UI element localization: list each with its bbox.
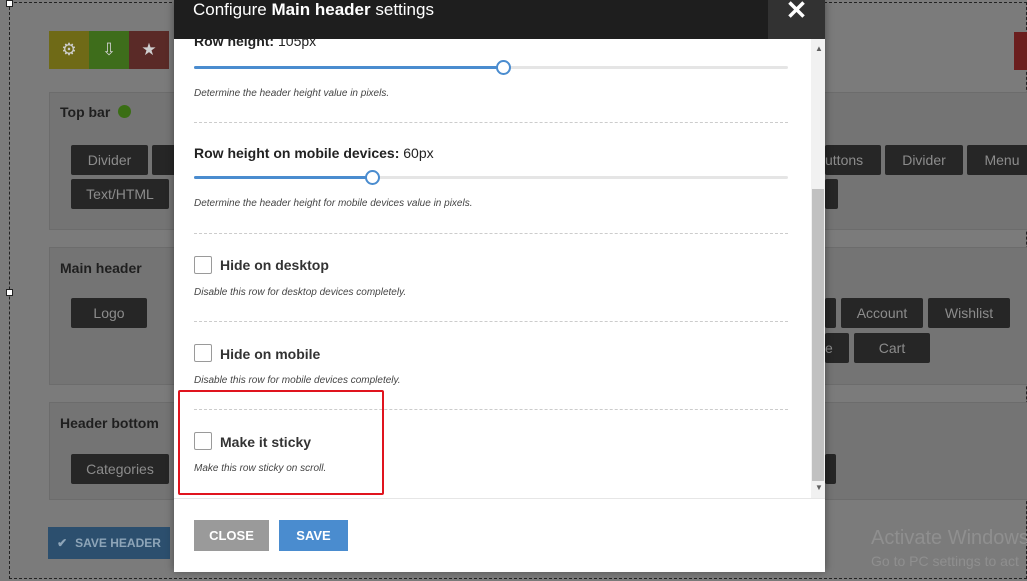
- element-chip[interactable]: [152, 145, 176, 175]
- close-icon[interactable]: ✕: [768, 0, 825, 39]
- element-chip[interactable]: Account: [841, 298, 923, 328]
- element-chip[interactable]: Text/HTML: [71, 179, 169, 209]
- element-chip[interactable]: Divider: [885, 145, 963, 175]
- hide-mobile-label[interactable]: Hide on mobile: [220, 346, 320, 362]
- highlight-box: [178, 390, 384, 495]
- modal-scrollbar[interactable]: ▲ ▼: [811, 39, 825, 498]
- element-chip[interactable]: Divider: [71, 145, 148, 175]
- modal-footer: CLOSE SAVE: [174, 498, 825, 572]
- side-tab[interactable]: [1014, 32, 1027, 70]
- element-chip[interactable]: Menu: [967, 145, 1027, 175]
- hide-desktop-label[interactable]: Hide on desktop: [220, 257, 329, 273]
- resize-handle-left[interactable]: [6, 289, 13, 296]
- save-button[interactable]: SAVE: [279, 520, 348, 551]
- row-height-slider[interactable]: [194, 60, 788, 75]
- divider: [194, 233, 788, 234]
- modal-header: Configure Main header settings ✕: [174, 0, 825, 39]
- resize-handle-top-left[interactable]: [6, 0, 13, 7]
- gear-icon[interactable]: ⚙: [49, 31, 89, 69]
- modal-title: Configure Main header settings: [193, 0, 434, 19]
- divider: [194, 122, 788, 123]
- element-chip[interactable]: [825, 179, 838, 209]
- download-icon[interactable]: ⇩: [89, 31, 129, 69]
- activate-windows-title: Activate Windows: [871, 527, 1027, 549]
- row-height-mobile-label: Row height on mobile devices: 60px: [194, 145, 434, 161]
- scroll-up-arrow-icon[interactable]: ▲: [815, 44, 823, 53]
- panel-title: Header bottom: [60, 415, 159, 431]
- element-chip[interactable]: [825, 454, 836, 484]
- activate-windows-subtitle: Go to PC settings to act: [871, 553, 1019, 569]
- save-header-button[interactable]: ✔ SAVE HEADER: [48, 527, 170, 559]
- scroll-down-arrow-icon[interactable]: ▼: [815, 483, 823, 492]
- status-dot: [118, 105, 132, 118]
- hide-mobile-checkbox[interactable]: [194, 344, 212, 362]
- divider: [194, 321, 788, 322]
- close-button[interactable]: CLOSE: [194, 520, 269, 551]
- element-chip[interactable]: [825, 298, 836, 328]
- row-height-mobile-description: Determine the header height for mobile d…: [194, 198, 473, 209]
- builder-toolbar: ⚙ ⇩ ★: [49, 31, 169, 69]
- check-icon: ✔: [57, 536, 68, 550]
- element-chip[interactable]: Cart: [854, 333, 930, 363]
- element-chip[interactable]: Logo: [71, 298, 147, 328]
- element-chip[interactable]: Wishlist: [928, 298, 1010, 328]
- star-icon[interactable]: ★: [129, 31, 169, 69]
- configure-modal: Configure Main header settings ✕ Row hei…: [174, 0, 825, 572]
- panel-title: Main header: [60, 260, 142, 276]
- hide-desktop-description: Disable this row for desktop devices com…: [194, 287, 407, 298]
- element-chip[interactable]: e: [825, 333, 849, 363]
- element-chip[interactable]: uttons: [825, 145, 881, 175]
- element-chip[interactable]: Categories: [71, 454, 169, 484]
- slider-thumb[interactable]: [495, 60, 511, 75]
- hide-desktop-checkbox[interactable]: [194, 256, 212, 274]
- scrollbar-thumb[interactable]: [812, 189, 824, 481]
- slider-thumb[interactable]: [365, 170, 381, 185]
- row-height-label: Row height: 105px: [194, 39, 317, 49]
- row-height-description: Determine the header height value in pix…: [194, 88, 390, 99]
- slider-fill: [194, 176, 373, 179]
- hide-mobile-description: Disable this row for mobile devices comp…: [194, 375, 401, 386]
- save-header-label: SAVE HEADER: [75, 536, 161, 550]
- panel-title: Top bar: [60, 104, 132, 120]
- slider-fill: [194, 66, 503, 69]
- row-height-mobile-slider[interactable]: [194, 170, 788, 185]
